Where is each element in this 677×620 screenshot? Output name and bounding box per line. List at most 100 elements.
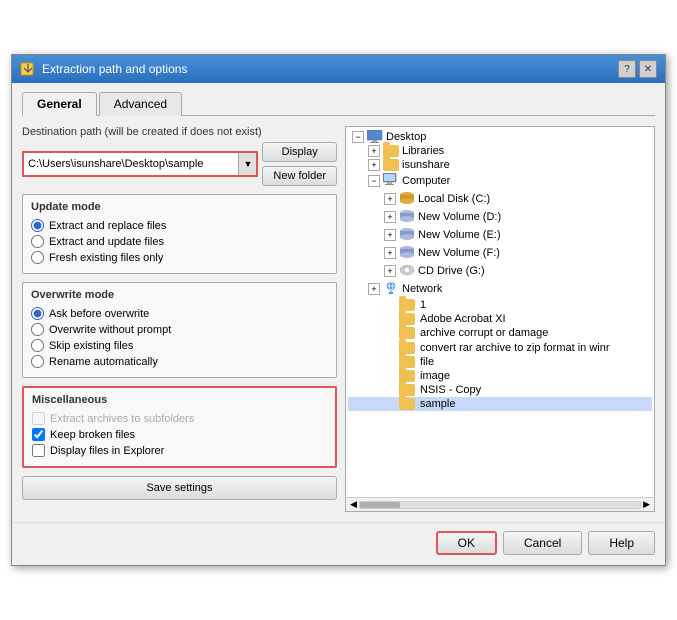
scroll-left-btn[interactable]: ◀ (348, 499, 359, 510)
tree-item-file[interactable]: file (348, 355, 652, 369)
network-icon (383, 281, 399, 297)
checkbox-display-explorer: Display files in Explorer (32, 444, 327, 457)
misc-label: Miscellaneous (32, 394, 327, 406)
scroll-right-btn[interactable]: ▶ (641, 499, 652, 510)
file-tree-panel: − Desktop + Libraries + (345, 126, 655, 512)
radio-rename-auto: Rename automatically (31, 355, 328, 368)
desktop-icon (367, 130, 383, 143)
disk-icon-e (399, 227, 415, 243)
expand-cd-drive-g[interactable]: + (384, 265, 396, 277)
left-panel: Destination path (will be created if doe… (22, 126, 337, 512)
radio-extract-update-input[interactable] (31, 235, 44, 248)
title-bar-left: Extraction path and options (20, 61, 187, 77)
help-title-btn[interactable]: ? (618, 60, 636, 78)
tree-label-new-volume-f: New Volume (F:) (418, 247, 500, 259)
path-row: ▼ Display New folder (22, 142, 337, 186)
tree-item-libraries[interactable]: + Libraries (348, 144, 652, 158)
save-btn-row: Save settings (22, 476, 337, 500)
folder-icon-convert-rar (399, 341, 415, 353)
tree-label-nsis-copy: NSIS - Copy (420, 384, 481, 396)
radio-fresh-existing-input[interactable] (31, 251, 44, 264)
path-input[interactable] (24, 156, 238, 172)
dialog-body: General Advanced Destination path (will … (12, 83, 665, 522)
close-title-btn[interactable]: ✕ (639, 60, 657, 78)
expand-new-volume-d[interactable]: + (384, 211, 396, 223)
radio-overwrite-no-prompt-input[interactable] (31, 323, 44, 336)
path-dropdown-btn[interactable]: ▼ (238, 153, 256, 175)
expand-new-volume-f[interactable]: + (384, 247, 396, 259)
checkbox-keep-broken-input[interactable] (32, 428, 45, 441)
radio-rename-auto-input[interactable] (31, 355, 44, 368)
disk-icon-d (399, 209, 415, 225)
tree-label-adobe: Adobe Acrobat XI (420, 313, 506, 325)
tree-item-new-volume-f[interactable]: + New Volume (F:) (348, 244, 652, 262)
tree-item-isunshare[interactable]: + isunshare (348, 158, 652, 172)
help-button[interactable]: Help (588, 531, 655, 555)
scroll-thumb[interactable] (360, 502, 400, 508)
expand-desktop[interactable]: − (352, 131, 364, 143)
dialog-title: Extraction path and options (42, 62, 187, 76)
expand-libraries[interactable]: + (368, 145, 380, 157)
tree-item-network[interactable]: + Network (348, 280, 652, 298)
checkbox-extract-subfolders-input[interactable] (32, 412, 45, 425)
folder-icon-sample (399, 398, 415, 410)
tree-item-convert-rar[interactable]: convert rar archive to zip format in win… (348, 340, 652, 354)
update-mode-label: Update mode (31, 201, 328, 213)
radio-overwrite-no-prompt-label: Overwrite without prompt (49, 324, 171, 336)
tree-item-archive-corrupt[interactable]: archive corrupt or damage (348, 326, 652, 340)
tree-label-isunshare: isunshare (402, 159, 450, 171)
folder-icon-isunshare (383, 159, 399, 171)
radio-skip-existing-input[interactable] (31, 339, 44, 352)
tree-item-new-volume-e[interactable]: + New Volume (E:) (348, 226, 652, 244)
tree-item-nsis-copy[interactable]: NSIS - Copy (348, 383, 652, 397)
file-tree[interactable]: − Desktop + Libraries + (346, 127, 654, 497)
path-right-buttons: Display New folder (262, 142, 337, 186)
save-settings-button[interactable]: Save settings (22, 476, 337, 500)
radio-ask-before: Ask before overwrite (31, 307, 328, 320)
tree-item-desktop[interactable]: − Desktop (348, 129, 652, 144)
disk-icon-c (399, 191, 415, 207)
radio-extract-replace-input[interactable] (31, 219, 44, 232)
expand-network[interactable]: + (368, 283, 380, 295)
expand-isunshare[interactable]: + (368, 159, 380, 171)
radio-skip-existing: Skip existing files (31, 339, 328, 352)
tree-label-file: file (420, 356, 434, 368)
tree-item-adobe[interactable]: Adobe Acrobat XI (348, 312, 652, 326)
tree-item-sample[interactable]: sample (348, 397, 652, 411)
radio-extract-replace: Extract and replace files (31, 219, 328, 232)
expand-new-volume-e[interactable]: + (384, 229, 396, 241)
ok-button[interactable]: OK (436, 531, 497, 555)
new-folder-button[interactable]: New folder (262, 166, 337, 186)
display-button[interactable]: Display (262, 142, 337, 162)
radio-extract-update-label: Extract and update files (49, 236, 164, 248)
tree-item-local-disk-c[interactable]: + Local Disk (C:) (348, 190, 652, 208)
tree-item-new-volume-d[interactable]: + New Volume (D:) (348, 208, 652, 226)
expand-local-disk-c[interactable]: + (384, 193, 396, 205)
expand-computer[interactable]: − (368, 175, 380, 187)
tree-label-image: image (420, 370, 450, 382)
tree-item-folder-1[interactable]: 1 (348, 298, 652, 312)
tree-item-cd-drive-g[interactable]: + CD Drive (G:) (348, 262, 652, 280)
checkbox-display-explorer-input[interactable] (32, 444, 45, 457)
scroll-track (359, 501, 641, 509)
radio-overwrite-no-prompt: Overwrite without prompt (31, 323, 328, 336)
cancel-button[interactable]: Cancel (503, 531, 582, 555)
checkbox-extract-subfolders: Extract archives to subfolders (32, 412, 327, 425)
radio-fresh-existing: Fresh existing files only (31, 251, 328, 264)
checkbox-keep-broken: Keep broken files (32, 428, 327, 441)
folder-icon-file (399, 356, 415, 368)
tab-general[interactable]: General (22, 92, 97, 116)
checkbox-display-explorer-label: Display files in Explorer (50, 445, 164, 457)
radio-ask-before-input[interactable] (31, 307, 44, 320)
tree-label-desktop: Desktop (386, 131, 426, 143)
tree-scrollbar[interactable]: ◀ ▶ (346, 497, 654, 511)
tree-label-convert-rar: convert rar archive to zip format in win… (420, 342, 610, 354)
tree-item-image[interactable]: image (348, 369, 652, 383)
cd-icon-g (399, 263, 415, 279)
radio-skip-existing-label: Skip existing files (49, 340, 133, 352)
tree-label-cd-drive-g: CD Drive (G:) (418, 265, 485, 277)
tree-label-local-disk-c: Local Disk (C:) (418, 193, 490, 205)
tab-advanced[interactable]: Advanced (99, 92, 182, 116)
radio-rename-auto-label: Rename automatically (49, 356, 158, 368)
tree-item-computer[interactable]: − Computer (348, 172, 652, 190)
